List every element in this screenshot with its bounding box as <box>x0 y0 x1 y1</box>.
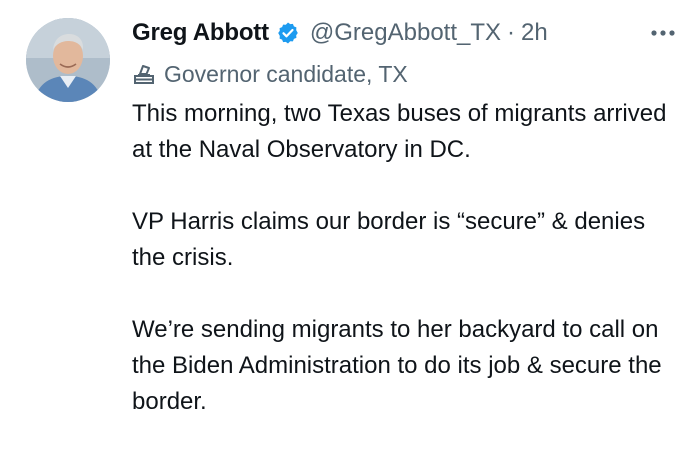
author-avatar[interactable] <box>26 18 110 102</box>
more-options-button[interactable] <box>646 20 680 46</box>
more-options-icon <box>651 30 675 36</box>
tweet-paragraph: This morning, two Texas buses of migrant… <box>132 100 667 163</box>
tweet-content: Greg Abbott @GregAbbott_TX · 2h Governor… <box>132 14 680 456</box>
tweet-paragraph: VP Harris claims our border is “secure” … <box>132 208 646 271</box>
separator-dot: · <box>507 19 516 46</box>
author-handle[interactable]: @GregAbbott_TX <box>310 19 501 47</box>
tweet[interactable]: Greg Abbott @GregAbbott_TX · 2h Governor… <box>0 0 700 419</box>
tweet-paragraph: We’re sending migrants to her backyard t… <box>132 316 662 415</box>
tweet-text: This morning, two Texas buses of migrant… <box>132 96 680 420</box>
tweet-timestamp[interactable]: 2h <box>521 19 548 47</box>
ballot-box-icon <box>132 62 156 86</box>
tweet-header: Greg Abbott @GregAbbott_TX · 2h <box>132 14 680 52</box>
verified-badge-icon <box>276 21 300 45</box>
account-label[interactable]: Governor candidate, TX <box>132 56 680 92</box>
avatar-photo <box>26 18 110 102</box>
author-name[interactable]: Greg Abbott <box>132 19 269 47</box>
label-text: Governor candidate, TX <box>164 60 408 87</box>
